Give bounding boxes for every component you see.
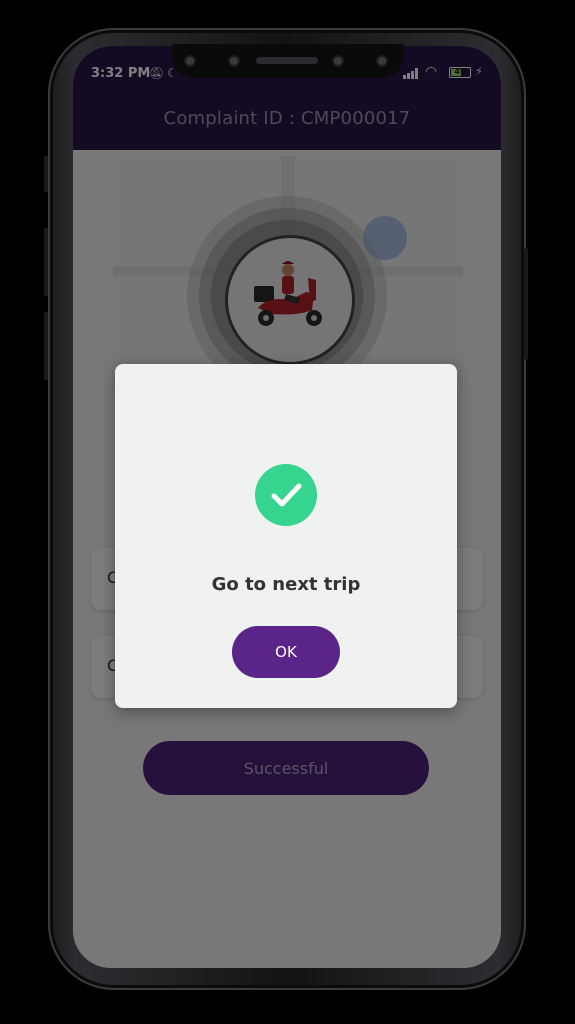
power-button bbox=[524, 248, 528, 360]
earpiece-speaker bbox=[256, 57, 318, 64]
volume-down-button bbox=[44, 312, 48, 380]
volume-up-button bbox=[44, 228, 48, 296]
front-camera bbox=[184, 55, 196, 67]
check-circle-icon bbox=[255, 464, 317, 526]
confirmation-dialog: Go to next trip OK bbox=[115, 364, 457, 708]
notch bbox=[172, 44, 404, 78]
dialog-message: Go to next trip bbox=[211, 574, 361, 595]
front-camera-2 bbox=[376, 55, 388, 67]
screen: 3:32 PM 🔕︎ ☾ ◠ 49 ⚡︎ Complaint ID : CMP0… bbox=[73, 46, 501, 968]
proximity-sensor bbox=[332, 55, 344, 67]
volume-button bbox=[44, 156, 48, 192]
ok-button[interactable]: OK bbox=[232, 626, 340, 678]
sensor bbox=[228, 55, 240, 67]
